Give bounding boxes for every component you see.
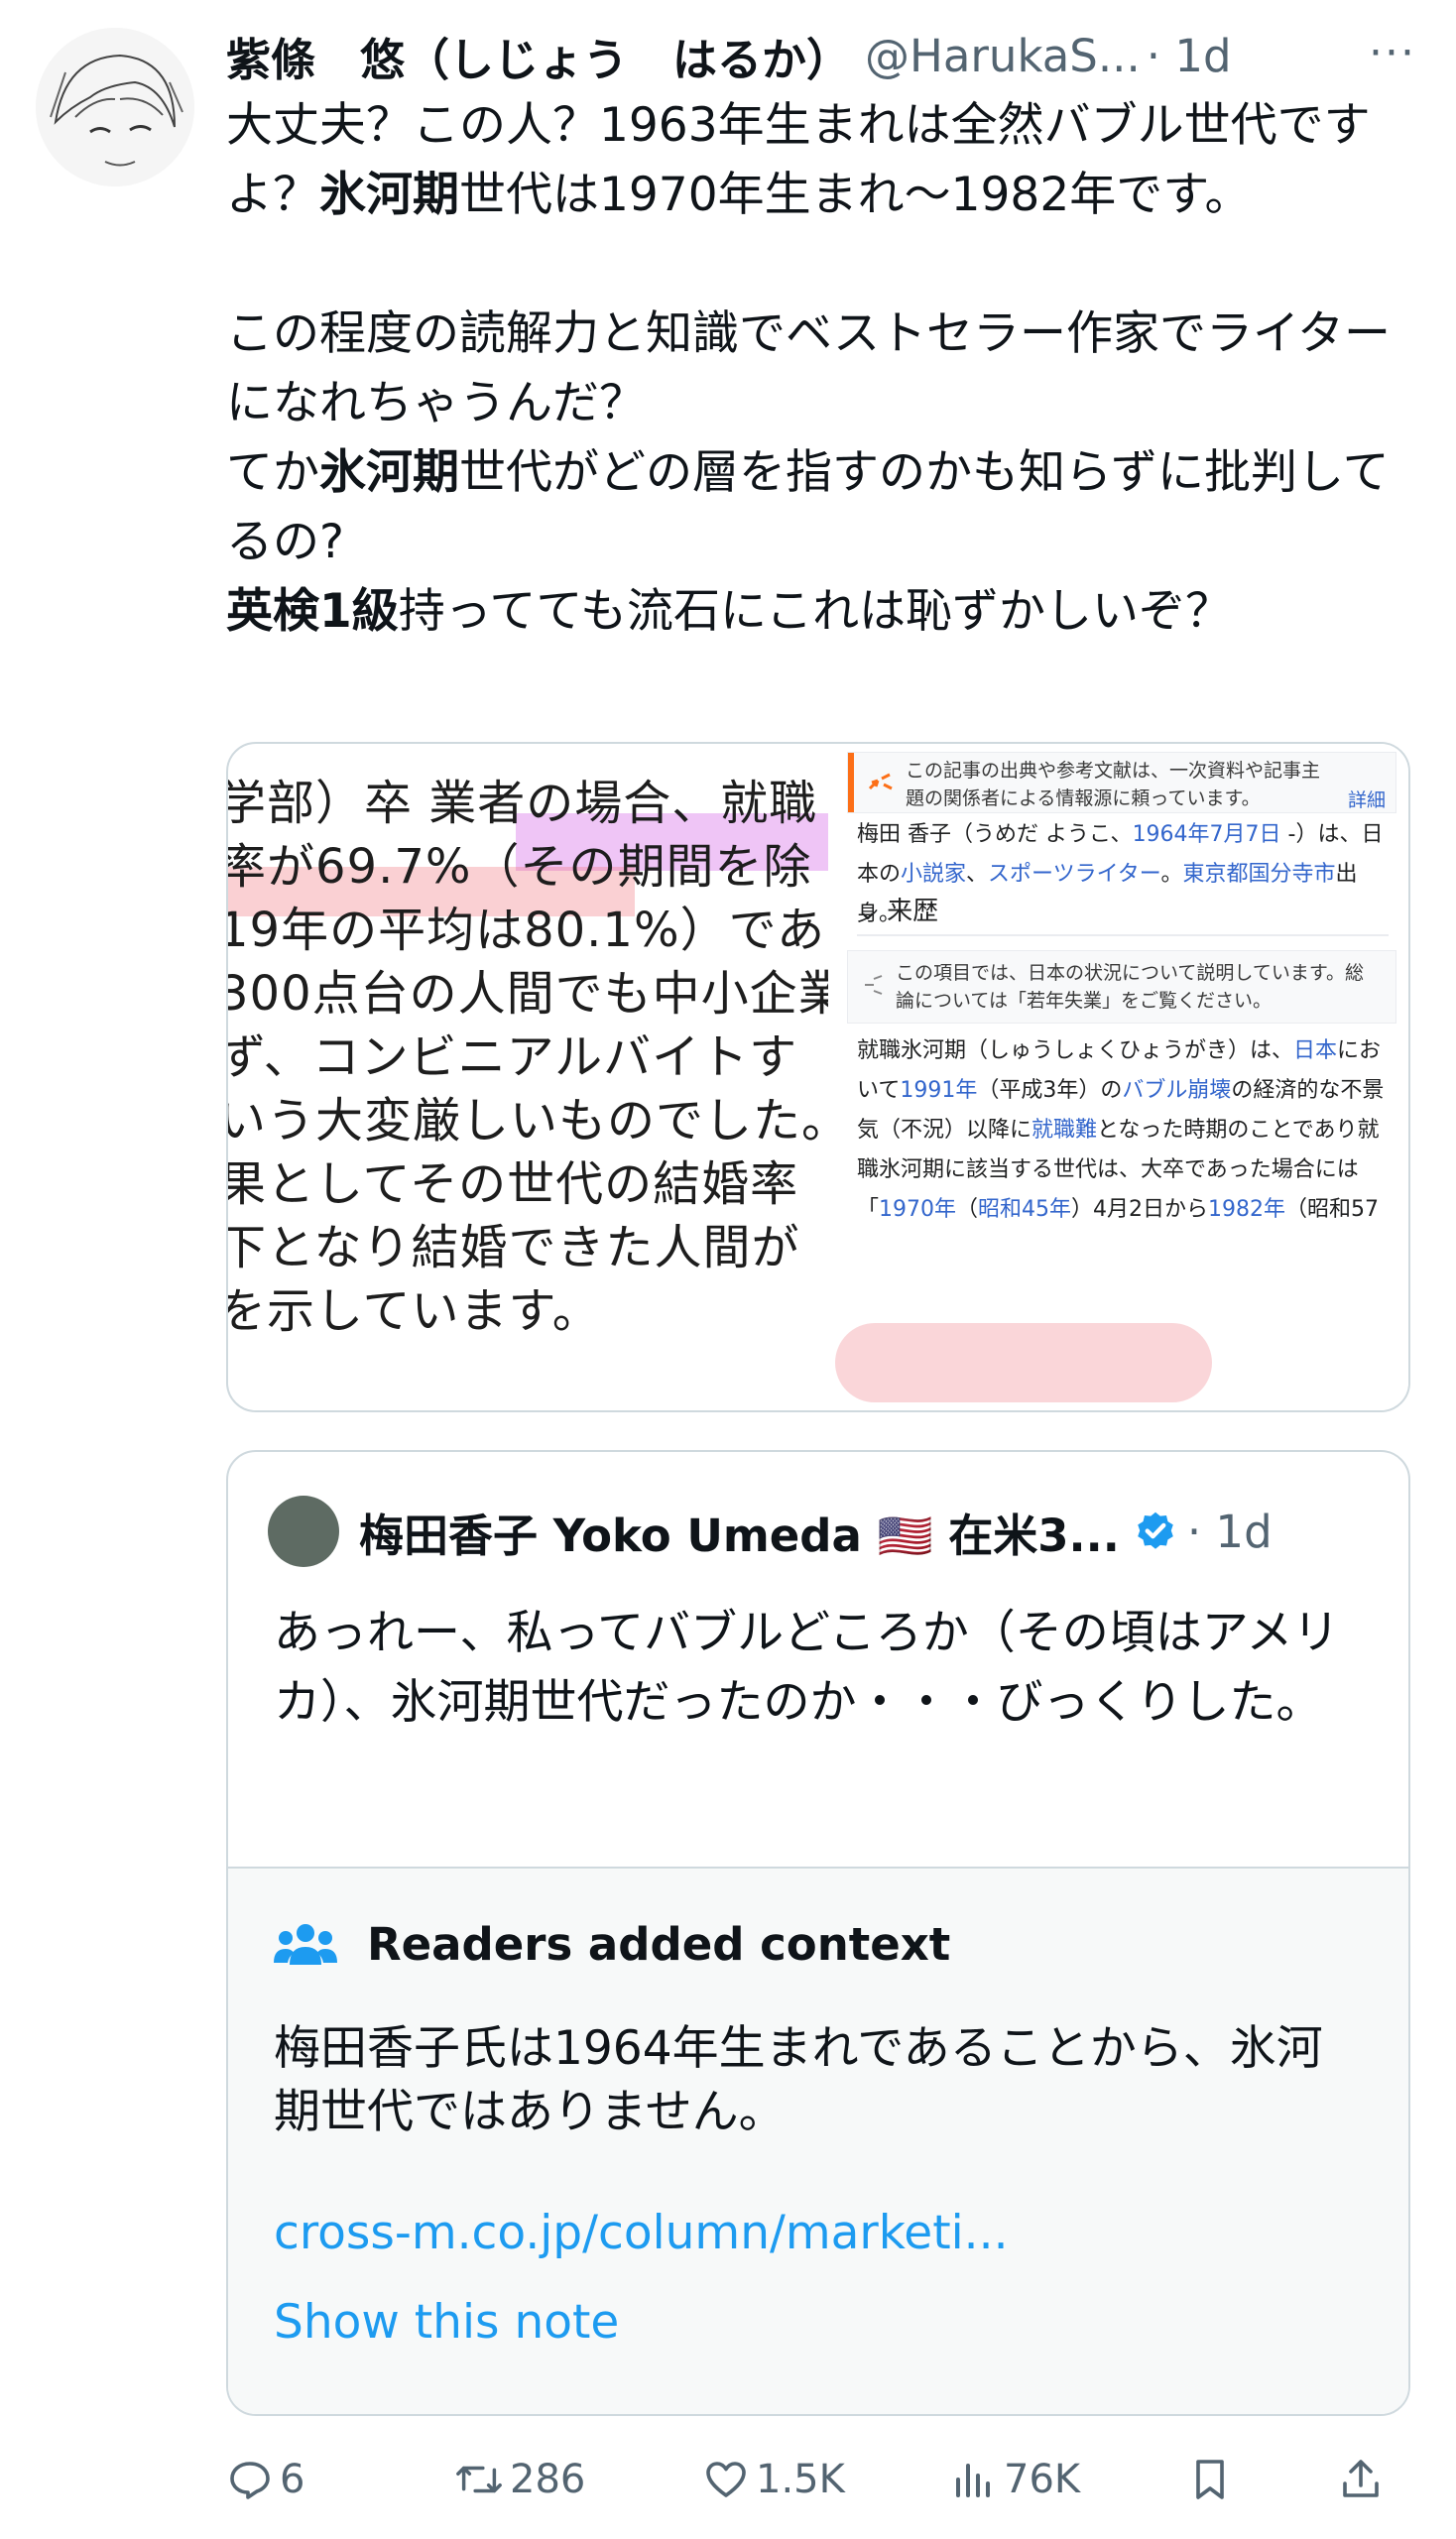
screenshot-text-line: を示しています。: [228, 1283, 601, 1339]
views-count: 76K: [1004, 2457, 1081, 2502]
quoted-tweet[interactable]: 梅田香子 Yoko Umeda 🇺🇸 在米3... · 1d あっれー、私ってバ…: [226, 1450, 1410, 2416]
screenshot-text-line: 下となり結婚できた人間が: [228, 1220, 800, 1275]
screenshot-text-line: 率が69.7%（その期間を除: [228, 839, 812, 895]
author-name[interactable]: 紫條 悠（しじょう はるか）: [226, 24, 851, 88]
community-note[interactable]: Readers added context 梅田香子氏は1964年生まれであるこ…: [228, 1867, 1408, 2414]
paragraph-3: てか氷河期世代がどの層を指すのかも知らずに批判してるの?: [226, 438, 1406, 577]
people-icon: [274, 1923, 337, 1965]
text-segment: 世代は1970年生まれ〜1982年です。: [459, 168, 1252, 222]
attached-images[interactable]: 学部）卒 業者の場合、就職 率が69.7%（その期間を除 19年の平均は80.1%）…: [226, 742, 1410, 1412]
screenshot-text-line: 学部）卒 業者の場合、就職: [228, 776, 818, 831]
text-segment: てか: [226, 445, 319, 500]
show-note-link[interactable]: Show this note: [274, 2295, 619, 2350]
paragraph-4: 英検1級持ってても流石にこれは恥ずかしいぞ？: [226, 577, 1406, 647]
quoted-header: 梅田香子 Yoko Umeda 🇺🇸 在米3... · 1d: [268, 1496, 1273, 1567]
text-segment: 持ってても流石にこれは恥ずかしいぞ？: [398, 584, 1233, 639]
note-title: Readers added context: [274, 1918, 950, 1971]
quoted-text: あっれー、私ってバブルどころか（その頃はアメリカ）、氷河期世代だったのか・・・び…: [274, 1606, 1340, 1730]
note-source-link[interactable]: cross-m.co.jp/column/marketi...: [274, 2206, 1009, 2260]
tweet: 紫條 悠（しじょう はるか） @HarukaS... · 1d ··· 大丈夫？…: [0, 0, 1456, 2539]
bookmark-button[interactable]: [1186, 2448, 1240, 2511]
author-avatar[interactable]: [36, 28, 194, 186]
repost-icon: [456, 2466, 502, 2493]
verified-badge-icon: [1138, 1511, 1173, 1549]
action-bar: 6 286 1.5K 76K: [226, 2448, 1406, 2511]
reply-icon: [230, 2462, 270, 2499]
repost-button[interactable]: 286: [454, 2448, 585, 2511]
hatnote: この項目では、日本の状況について説明しています。総論については「若年失業」をご覧…: [847, 950, 1396, 1024]
reply-count: 6: [280, 2457, 305, 2502]
tweet-text: 大丈夫？この人？1963年生まれは全然バブル世代ですよ？氷河期世代は1970年生…: [226, 91, 1406, 647]
like-count: 1.5K: [756, 2457, 845, 2502]
text-segment: この程度の読解力と知識でベストセラー作家でライターになれちゃうんだ？: [226, 306, 1392, 430]
more-options-icon[interactable]: ···: [1369, 28, 1416, 78]
author-handle[interactable]: @HarukaS...: [865, 30, 1141, 82]
notice-text: この記事の出典や参考文献は、一次資料や記事主題の関係者による情報源に頼っています…: [906, 760, 1321, 809]
bold-text: 氷河期: [319, 168, 459, 222]
paragraph-2: この程度の読解力と知識でベストセラー作家でライターになれちゃうんだ？: [226, 300, 1406, 438]
screenshot-text-line: 300点台の人間でも中小企業: [228, 966, 828, 1022]
screenshot-text-line: ず、コンビニアルバイトす: [228, 1029, 798, 1085]
chevron-down-icon: ⌄: [857, 897, 888, 926]
like-button[interactable]: 1.5K: [702, 2448, 845, 2511]
bold-text: 氷河期: [319, 445, 459, 500]
bold-text: 英検1級: [226, 584, 399, 639]
share-icon: [1343, 2460, 1379, 2497]
views-icon: [956, 2464, 990, 2497]
article-hyougaki: 就職氷河期（しゅうしょくひょうがき）は、日本において1991年（平成3年）のバブ…: [857, 1038, 1385, 1222]
image-left-screenshot[interactable]: 学部）卒 業者の場合、就職 率が69.7%（その期間を除 19年の平均は80.1%）…: [228, 744, 828, 1410]
screenshot-text-line: 19年の平均は80.1%）であ: [228, 903, 826, 958]
details-link[interactable]: 詳細: [1348, 786, 1386, 814]
note-text: 梅田香子氏は1964年生まれであることから、氷河期世代ではありません。: [274, 2021, 1323, 2139]
reply-button[interactable]: 6: [226, 2448, 304, 2511]
heart-icon: [706, 2462, 746, 2497]
section-heading[interactable]: ⌄ 来歴: [857, 891, 938, 927]
quoted-time[interactable]: · 1d: [1187, 1506, 1273, 1558]
paragraph-1: 大丈夫？この人？1963年生まれは全然バブル世代ですよ？氷河期世代は1970年生…: [226, 91, 1406, 230]
screenshot-text-line: いう大変厳しいものでした。: [228, 1093, 828, 1149]
share-button[interactable]: [1337, 2448, 1391, 2511]
post-time[interactable]: · 1d: [1147, 30, 1232, 82]
tweet-header: 紫條 悠（しじょう はるか） @HarukaS... · 1d ···: [226, 20, 1416, 91]
screenshot-text-line: 果としてその世代の結婚率: [228, 1156, 799, 1212]
quoted-avatar[interactable]: [268, 1496, 339, 1567]
views-button[interactable]: 76K: [950, 2448, 1080, 2511]
image-right-wikipedia[interactable]: この記事の出典や参考文献は、一次資料や記事主題の関係者による情報源に頼っています…: [835, 744, 1408, 1410]
bookmark-icon: [1196, 2460, 1224, 2499]
quoted-author-name[interactable]: 梅田香子 Yoko Umeda 🇺🇸 在米3...: [359, 1500, 1120, 1564]
repost-count: 286: [510, 2457, 586, 2502]
source-notice: この記事の出典や参考文献は、一次資料や記事主題の関係者による情報源に頼っています…: [847, 752, 1396, 813]
